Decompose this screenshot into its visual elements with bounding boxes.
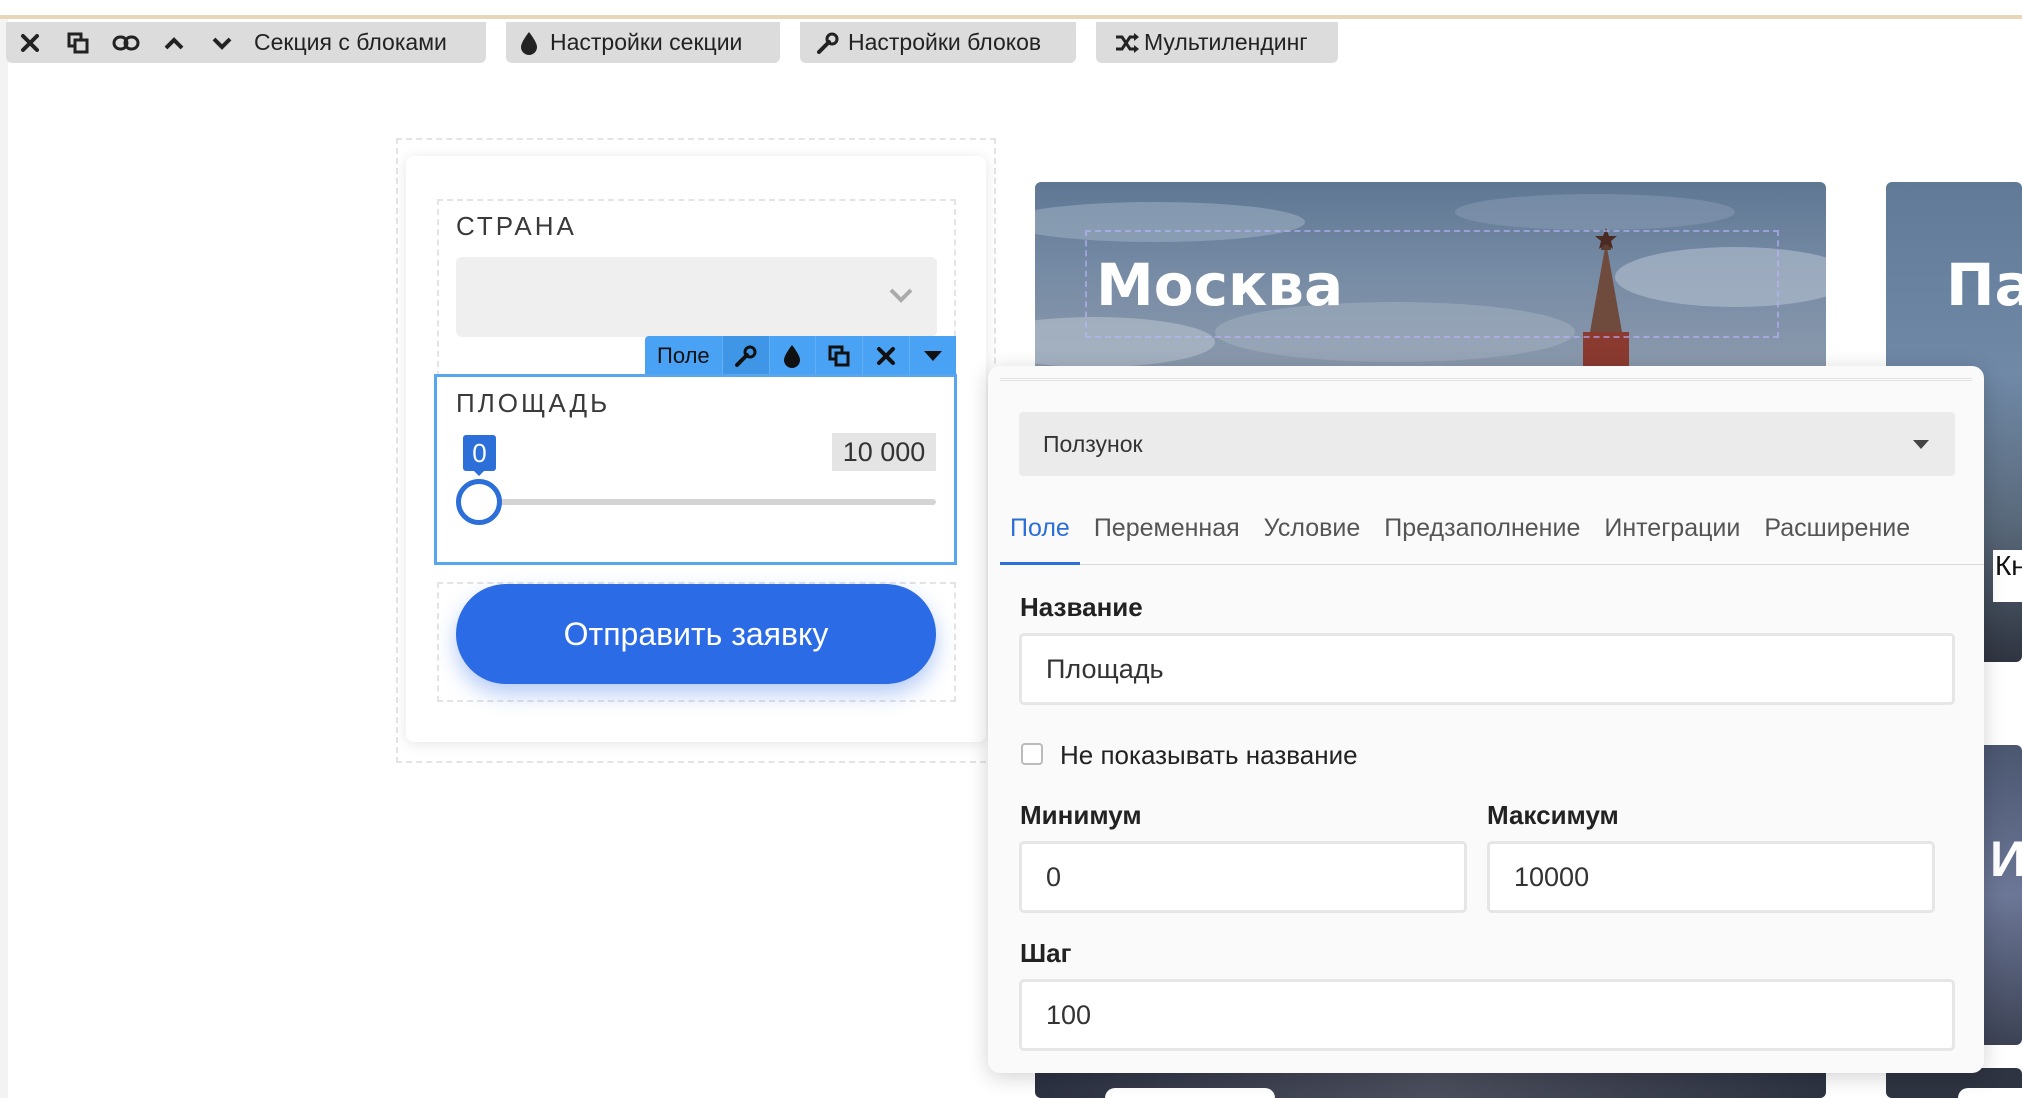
field-type-select[interactable]: Ползунок [1019, 412, 1955, 476]
block-settings-label: Настройки блоков [848, 29, 1042, 55]
tab-variable[interactable]: Переменная [1094, 514, 1240, 566]
tab-condition[interactable]: Условие [1264, 514, 1361, 566]
field-toolbar: Поле [645, 336, 957, 376]
tab-field[interactable]: Поле [1000, 514, 1070, 566]
left-edge [0, 19, 8, 1098]
name-input[interactable]: Площадь [1019, 633, 1955, 705]
multilanding-button[interactable]: Мультилендинг [1096, 22, 1338, 63]
tab-prefill[interactable]: Предзаполнение [1384, 514, 1580, 566]
chevron-down-icon[interactable] [198, 22, 246, 63]
bottom-card-button[interactable] [1105, 1088, 1275, 1098]
hide-name-checkbox[interactable] [1021, 743, 1043, 765]
section-settings-label: Настройки секции [550, 29, 743, 55]
slider-max-badge: 10 000 [832, 433, 936, 471]
chevron-down-icon [888, 286, 914, 304]
min-label: Минимум [1020, 800, 1142, 830]
slider-track[interactable] [480, 499, 936, 505]
link-icon[interactable] [102, 22, 150, 63]
copy-icon[interactable] [815, 336, 863, 376]
second-city-title: Пар [1946, 251, 2022, 319]
country-label: СТРАНА [456, 211, 577, 241]
step-input[interactable]: 100 [1019, 979, 1955, 1051]
tabs-divider [1000, 564, 1984, 565]
drop-icon[interactable] [768, 336, 816, 376]
country-select[interactable] [456, 257, 937, 337]
block-settings-button[interactable]: Настройки блоков [800, 22, 1076, 63]
slider-handle[interactable] [456, 479, 502, 525]
name-label: Название [1020, 592, 1143, 622]
hide-name-label[interactable]: Не показывать название [1060, 740, 1358, 771]
caret-down-icon [1913, 440, 1929, 449]
slider-min-badge: 0 [463, 435, 496, 471]
section-toolbar: Секция с блоками [6, 22, 486, 63]
slider-min-badge-tip [472, 469, 486, 476]
moscow-title: Москва [1096, 251, 1344, 319]
max-input[interactable]: 10000 [1487, 841, 1935, 913]
section-label[interactable]: Секция с блоками [254, 29, 447, 56]
close-icon[interactable] [862, 336, 910, 376]
area-label: ПЛОЩАДЬ [456, 388, 611, 418]
field-toolbar-label: Поле [657, 343, 710, 368]
tab-integrations[interactable]: Интеграции [1604, 514, 1740, 566]
drop-icon [521, 31, 537, 55]
multilanding-label: Мультилендинг [1144, 29, 1308, 55]
wrench-icon [817, 32, 839, 54]
max-label: Максимум [1487, 800, 1619, 830]
panel-divider [1000, 378, 1972, 381]
top-border [0, 0, 2022, 19]
wrench-icon[interactable] [721, 336, 769, 376]
shuffle-icon [1116, 32, 1139, 53]
section-settings-button[interactable]: Настройки секции [506, 22, 780, 63]
bottom-card-2-button[interactable] [1958, 1088, 2022, 1098]
min-input[interactable]: 0 [1019, 841, 1467, 913]
copy-icon[interactable] [54, 22, 102, 63]
chevron-up-icon[interactable] [150, 22, 198, 63]
active-tab-indicator [1000, 562, 1080, 565]
settings-tabs: Поле Переменная Условие Предзаполнение И… [1000, 514, 1934, 566]
tab-extension[interactable]: Расширение [1764, 514, 1910, 566]
dropdown-caret-icon[interactable] [909, 336, 957, 376]
step-label: Шаг [1020, 938, 1072, 968]
close-icon[interactable] [6, 22, 54, 63]
submit-button[interactable]: Отправить заявку [456, 584, 936, 684]
third-city-title: Ид [1990, 831, 2022, 887]
side-partial-text: Кн [1993, 550, 2022, 602]
